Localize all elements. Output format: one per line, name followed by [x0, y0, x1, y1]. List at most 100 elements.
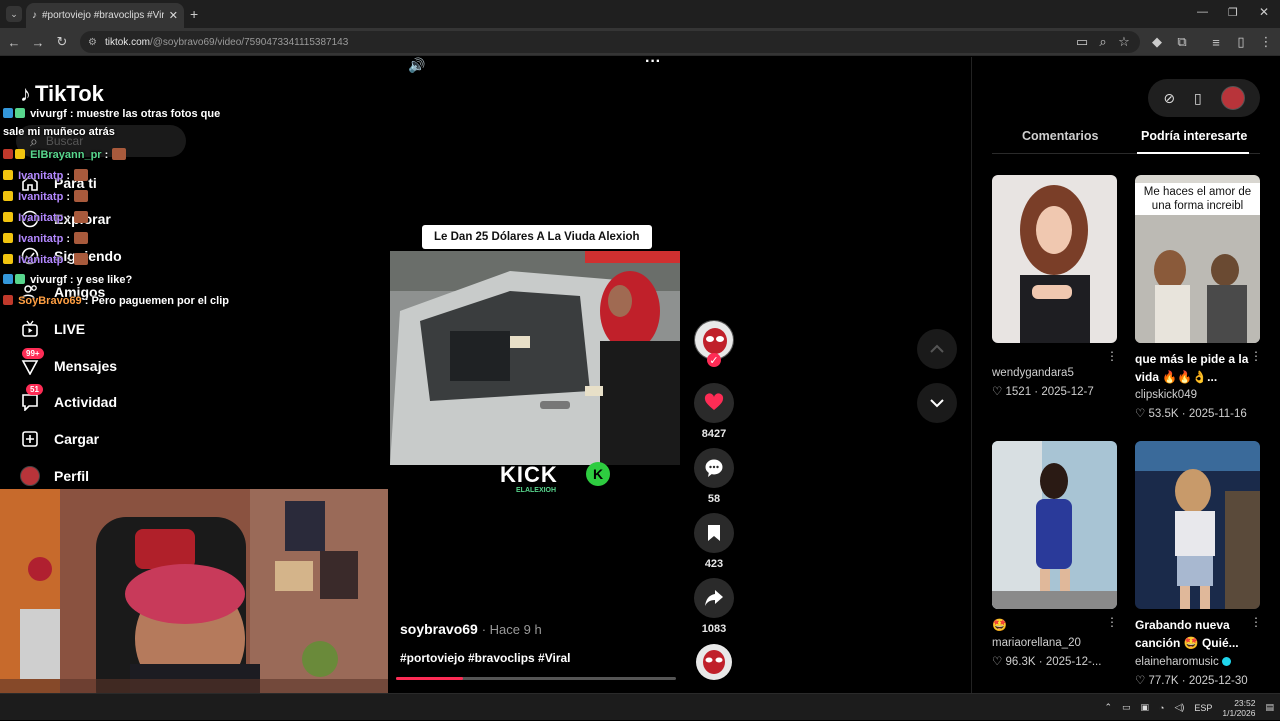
emote-icon: [74, 190, 89, 202]
card-more-icon[interactable]: ⋮: [1250, 615, 1262, 629]
profile-icon[interactable]: ▯: [1231, 32, 1251, 52]
mobile-app-icon[interactable]: ▯: [1194, 90, 1202, 107]
close-window-button[interactable]: ✕: [1259, 5, 1269, 19]
notifications-icon[interactable]: ▤: [1265, 702, 1274, 713]
site-info-icon[interactable]: ⚙: [88, 37, 97, 48]
card-username[interactable]: wendygandara5: [992, 367, 1074, 379]
card-caption[interactable]: Grabando nueva canción 🤩 Quié...: [1135, 616, 1260, 652]
bookmark-star-icon[interactable]: ☆: [1114, 32, 1134, 52]
browser-menu-icon[interactable]: ⋮: [1256, 32, 1276, 52]
chevron-down-icon: [930, 399, 944, 408]
webcam-overlay: [0, 489, 388, 720]
sidebar-item-label: Mensajes: [54, 358, 118, 374]
follow-plus-icon[interactable]: ✓: [707, 353, 721, 367]
sidebar-item-cargar[interactable]: Cargar: [20, 426, 99, 452]
card-more-icon[interactable]: ⋮: [1106, 615, 1118, 629]
close-tab-icon[interactable]: ✕: [169, 9, 178, 22]
user-avatar[interactable]: [1220, 86, 1245, 110]
card-username[interactable]: clipskick049: [1135, 389, 1197, 401]
video-card-thumbnail[interactable]: [992, 441, 1117, 609]
zoom-icon[interactable]: ⌕: [1093, 32, 1113, 52]
forward-button[interactable]: →: [28, 32, 48, 52]
sidebar-item-live[interactable]: LIVE: [20, 316, 85, 342]
platform-icon: [3, 295, 13, 305]
video-card-thumbnail[interactable]: [1135, 441, 1260, 609]
clock-time: 23:52: [1234, 697, 1256, 708]
video-card-thumbnail[interactable]: [992, 175, 1117, 343]
save-button[interactable]: [694, 513, 734, 553]
address-bar[interactable]: ⚙ tiktok.com/@soybravo69/video/759047334…: [80, 31, 1140, 53]
back-button[interactable]: ←: [4, 32, 24, 52]
chat-message: Ivanitatp :: [3, 169, 89, 182]
share-button[interactable]: [694, 578, 734, 618]
chat-user: Ivanitatp: [18, 170, 64, 182]
sidebar-item-mensajes[interactable]: 99+ Mensajes: [20, 348, 118, 379]
new-tab-button[interactable]: +: [190, 6, 198, 22]
comment-icon: [705, 459, 723, 477]
previous-video-button[interactable]: [917, 329, 957, 369]
media-icon[interactable]: ≡: [1206, 32, 1226, 52]
emote-icon: [74, 211, 89, 223]
chat-message: Ivanitatp :: [3, 232, 89, 245]
tiktok-logo[interactable]: ♪ TikTok: [20, 81, 104, 107]
top-tools: ⊘ ▯: [1148, 79, 1260, 117]
card-more-icon[interactable]: ⋮: [1106, 349, 1118, 363]
card-caption[interactable]: que más le pide a la vida 🔥🔥👌...: [1135, 350, 1260, 386]
card-more-icon[interactable]: ⋮: [1250, 349, 1262, 363]
restore-window-button[interactable]: ❐: [1228, 6, 1238, 19]
tab-list-button[interactable]: ⌄: [6, 6, 22, 22]
chat-user: vivurgf: [30, 274, 67, 286]
volume-icon[interactable]: 🔊: [408, 57, 425, 74]
heart-outline-icon: ♡: [992, 386, 1003, 398]
heart-outline-icon: ♡: [1135, 408, 1146, 420]
minimize-window-button[interactable]: —: [1197, 6, 1208, 18]
network-icon[interactable]: ▭: [1122, 702, 1131, 713]
video-more-icon[interactable]: ···: [645, 53, 661, 71]
volume-tray-icon[interactable]: ◁): [1174, 702, 1184, 713]
taskbar-clock[interactable]: 23:52 1/1/2026: [1222, 698, 1255, 718]
sidebar-item-perfil[interactable]: Perfil: [20, 463, 89, 489]
wifi-icon[interactable]: ◔: [1159, 703, 1164, 713]
tab-podria-interesarte[interactable]: Podría interesarte: [1141, 129, 1247, 143]
chat-text: : muestre las otras fotos que: [69, 108, 221, 120]
tab-comentarios[interactable]: Comentarios: [1022, 129, 1098, 143]
next-video-button[interactable]: [917, 383, 957, 423]
kick-logo-icon: K: [586, 462, 610, 486]
platform-icon: [3, 274, 13, 284]
badge-icon: [3, 233, 13, 243]
video-progress-bar[interactable]: [396, 677, 676, 680]
sound-disc-icon[interactable]: [696, 644, 732, 680]
clock-date: 1/1/2026: [1222, 707, 1256, 718]
chat-message: sale mi muñeco atrás: [3, 126, 115, 138]
logo-text: TikTok: [35, 81, 104, 106]
card-caption[interactable]: 🤩: [992, 616, 1117, 634]
sidebar-item-actividad[interactable]: 51 Actividad: [20, 384, 117, 415]
extension-icon[interactable]: ◆: [1147, 32, 1167, 52]
reload-button[interactable]: ↻: [52, 32, 72, 52]
card-username[interactable]: elaineharomusic: [1135, 656, 1231, 668]
cast-icon[interactable]: ▭: [1072, 32, 1092, 52]
browser-tab[interactable]: ♪ #portoviejo #bravoclips #Viral | ✕: [26, 3, 184, 28]
video-hashtags[interactable]: #portoviejo #bravoclips #Viral: [400, 651, 571, 665]
monitor-icon[interactable]: ▣: [1141, 702, 1150, 713]
video-card-thumbnail[interactable]: Me haces el amor de una forma increibl: [1135, 175, 1260, 343]
like-button[interactable]: [694, 383, 734, 423]
video-progress-fill: [396, 677, 464, 680]
save-count: 423: [704, 558, 724, 570]
card-date: 2025-12-...: [1045, 656, 1102, 668]
extensions-puzzle-icon[interactable]: ⧉: [1172, 32, 1192, 52]
author-name[interactable]: soybravo69: [400, 621, 478, 637]
sidebar-item-label: LIVE: [54, 321, 86, 337]
chat-message: SoyBravo69 : Pero paguemen por el clip: [3, 295, 229, 307]
tab-title: #portoviejo #bravoclips #Viral |: [42, 10, 164, 21]
video-player[interactable]: [390, 251, 680, 465]
language-indicator[interactable]: ESP: [1194, 703, 1212, 713]
card-username[interactable]: mariaorellana_20: [992, 637, 1081, 649]
emote-icon: [74, 232, 89, 244]
sidebar-item-label: Perfil: [54, 468, 90, 484]
verified-icon: [1221, 657, 1231, 666]
chat-user: vivurgf: [30, 108, 67, 120]
chevron-up-icon[interactable]: ⌃: [1104, 702, 1112, 713]
comment-button[interactable]: [694, 448, 734, 488]
explore-compass-icon[interactable]: ⊘: [1163, 90, 1175, 107]
